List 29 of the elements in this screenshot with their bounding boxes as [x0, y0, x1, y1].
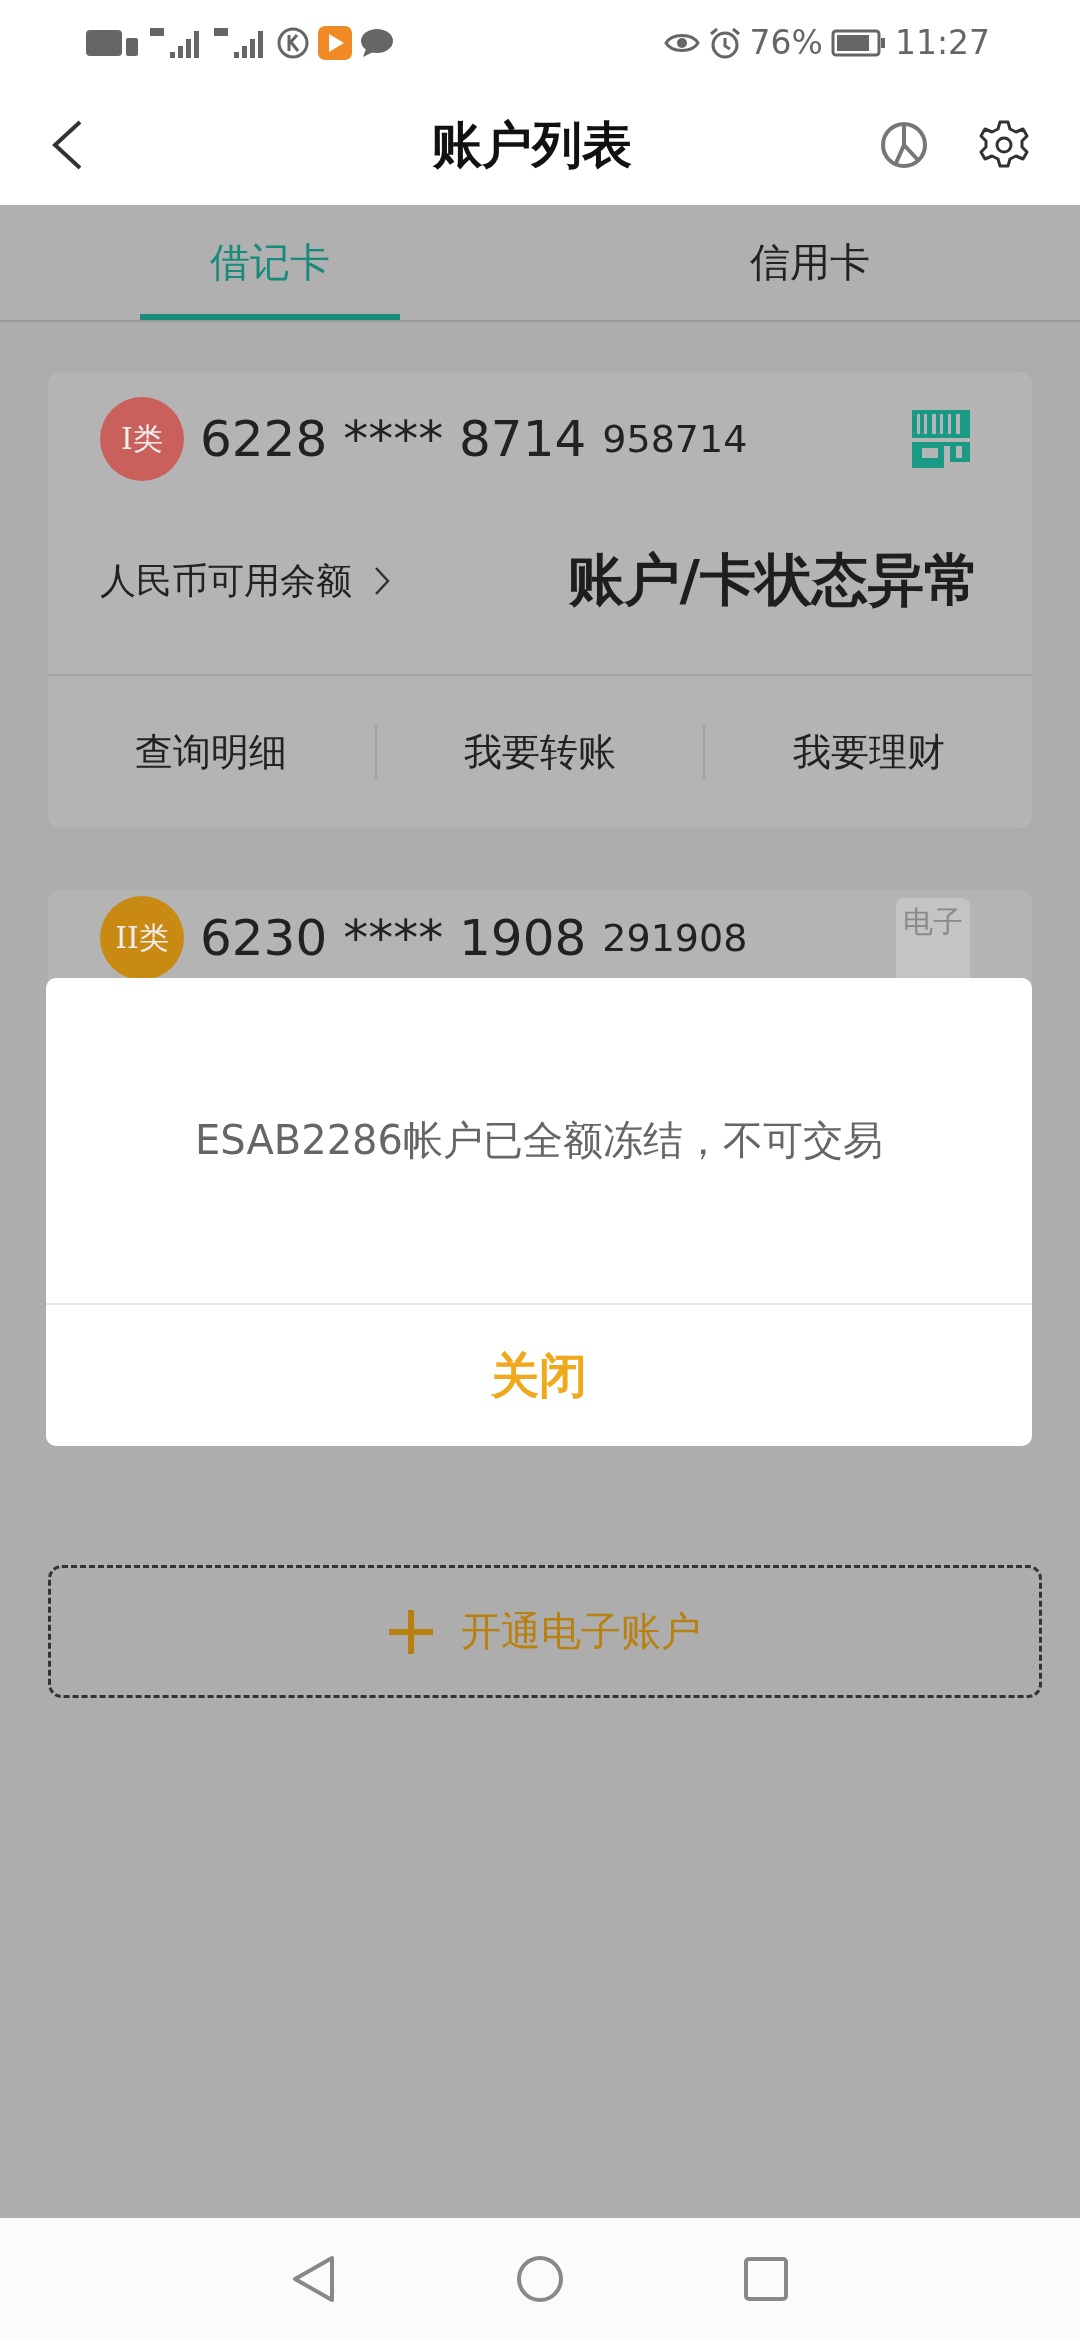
card-number-suffix: 291908	[602, 916, 748, 960]
card-number: 6230 **** 1908	[200, 909, 587, 967]
settings-icon[interactable]	[978, 119, 1030, 171]
account-class-badge: I类	[100, 397, 184, 481]
play-app-icon	[318, 25, 352, 60]
account-status: 账户/卡状态异常	[567, 546, 980, 614]
balance-label[interactable]: 人民币可用余额	[100, 556, 352, 606]
account-class-badge: II类	[100, 896, 184, 980]
page-title: 账户列表	[431, 114, 633, 176]
recents-square-icon[interactable]	[744, 2257, 788, 2301]
action-button[interactable]: 我要转账	[374, 724, 704, 780]
clock-time: 11:27	[894, 23, 990, 62]
action-button[interactable]: 查询明细	[48, 724, 375, 780]
back-icon[interactable]	[50, 119, 84, 171]
back-triangle-icon[interactable]	[292, 2255, 336, 2303]
plus-icon	[389, 1609, 433, 1654]
dialog-message: ESAB2286帐户已全额冻结，不可交易	[195, 1116, 883, 1165]
action-button[interactable]: 我要理财	[703, 724, 1032, 780]
home-circle-icon[interactable]	[516, 2255, 564, 2303]
battery-percentage: 76%	[749, 23, 823, 62]
alarm-icon	[707, 25, 742, 60]
card-number: 6228 **** 8714	[200, 410, 587, 468]
tab[interactable]: 信用卡	[680, 205, 940, 320]
battery-icon	[830, 28, 887, 57]
account-card[interactable]: I类 6228 **** 8714 958714 人民币可用余额 账户/卡状态异常 查询明细 我要转账 我要理财	[48, 372, 1032, 828]
chevron-right-icon[interactable]	[374, 566, 390, 596]
k-circle-icon	[276, 25, 310, 60]
chat-bubble-icon	[360, 26, 394, 59]
card-number-suffix: 958714	[602, 417, 748, 461]
